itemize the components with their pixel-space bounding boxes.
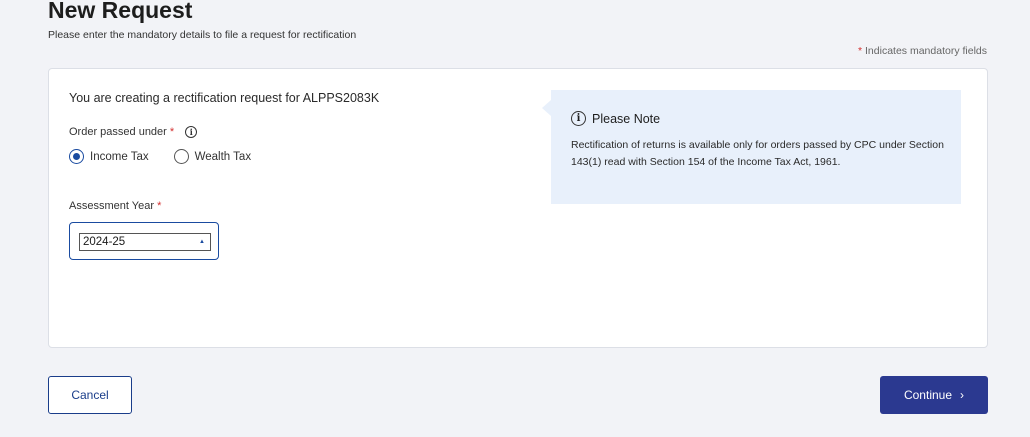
radio-income-tax-label: Income Tax [90, 150, 149, 163]
order-passed-under-label: Order passed under * i [69, 126, 198, 139]
assessment-year-select[interactable]: 2024-25 ▲ [69, 222, 219, 260]
required-star: * [858, 45, 863, 57]
info-icon: i [571, 111, 586, 126]
assessment-year-value: 2024-25 [83, 236, 126, 248]
assessment-year-select-inner[interactable]: 2024-25 ▲ [79, 233, 211, 251]
required-star: * [169, 126, 175, 138]
request-form-card: You are creating a rectification request… [48, 68, 988, 348]
caret-up-icon: ▲ [199, 239, 205, 245]
continue-button-label: Continue [903, 388, 953, 402]
radio-checked-icon[interactable] [69, 149, 84, 164]
cancel-button[interactable]: Cancel [48, 376, 132, 414]
assessment-year-label-text: Assessment Year [69, 200, 154, 212]
cancel-button-label: Cancel [71, 388, 109, 402]
mandatory-note-text: Indicates mandatory fields [865, 45, 987, 57]
mandatory-note: * Indicates mandatory fields [858, 45, 987, 57]
radio-wealth-tax-label: Wealth Tax [194, 150, 252, 163]
note-text: Rectification of returns is available on… [571, 139, 944, 168]
required-star: * [157, 200, 162, 212]
info-icon[interactable]: i [185, 126, 198, 139]
note-title-text: Please Note [592, 111, 661, 126]
request-intro-text: You are creating a rectification request… [69, 91, 380, 105]
please-note-box: i Please Note Rectification of returns i… [542, 90, 961, 204]
page-subtitle: Please enter the mandatory details to fi… [48, 29, 357, 41]
radio-income-tax[interactable]: Income Tax [69, 149, 149, 164]
note-title: i Please Note [571, 111, 660, 126]
radio-unchecked-icon[interactable] [173, 149, 189, 164]
page-title: New Request [48, 0, 193, 23]
assessment-year-label: Assessment Year * [69, 200, 161, 212]
chevron-right-icon: › [960, 388, 965, 402]
note-pointer [542, 100, 551, 116]
order-type-radio-group: Income Tax Wealth Tax [69, 149, 251, 164]
continue-button[interactable]: Continue › [880, 376, 988, 414]
order-label-text: Order passed under [69, 126, 167, 138]
radio-wealth-tax[interactable]: Wealth Tax [173, 149, 252, 164]
